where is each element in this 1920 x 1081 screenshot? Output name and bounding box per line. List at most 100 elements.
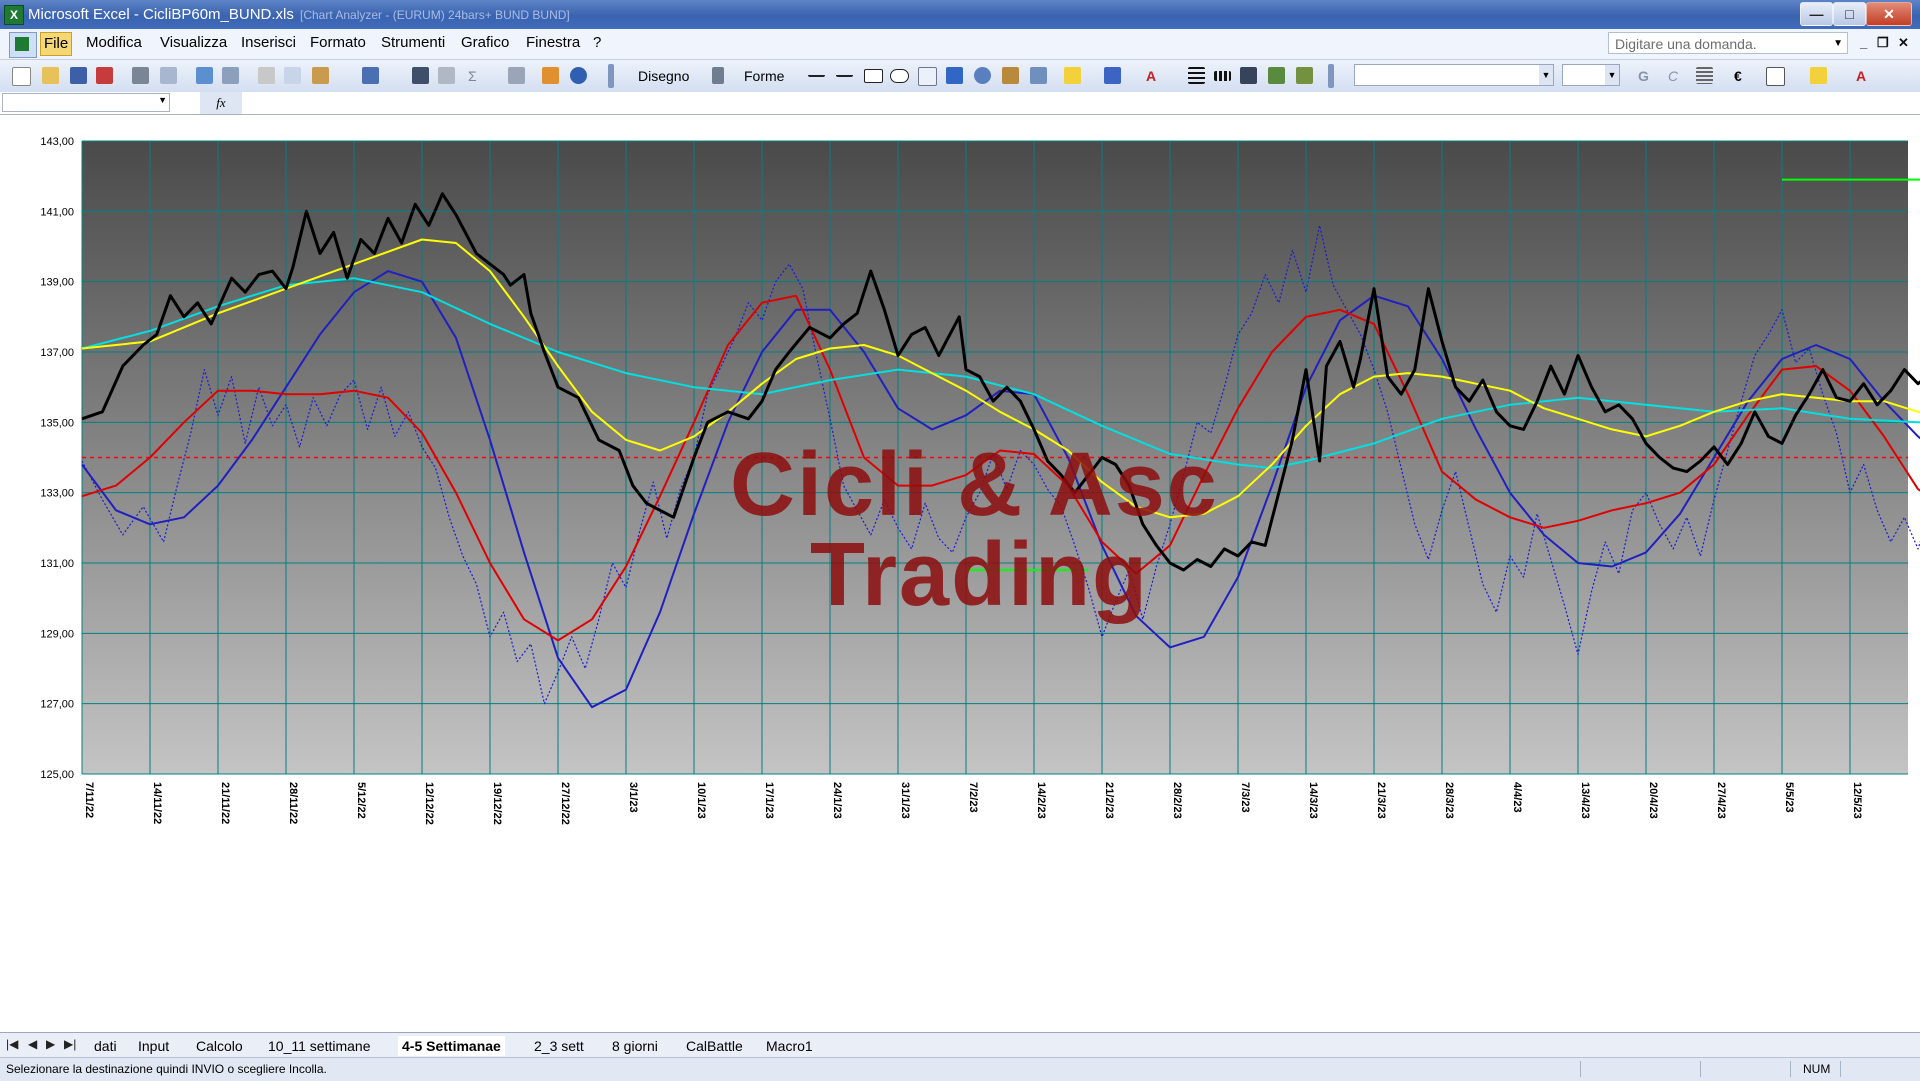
sheet-tab-input[interactable]: Input [134, 1036, 173, 1056]
research-icon[interactable] [222, 67, 239, 84]
shadow-icon[interactable] [1268, 67, 1285, 84]
x-tick-label: 10/1/23 [695, 782, 707, 819]
watermark-line-2: Trading [810, 525, 1150, 625]
minimize-button[interactable]: — [1800, 2, 1833, 26]
rectangle-icon[interactable] [864, 69, 883, 83]
arrow-icon[interactable] [836, 67, 853, 77]
sheet-tab-calbattle[interactable]: CalBattle [682, 1036, 747, 1056]
x-tick-label: 17/1/23 [763, 782, 775, 819]
print-icon[interactable] [132, 67, 149, 84]
textbox-icon[interactable] [918, 67, 937, 86]
clipart-icon[interactable] [1002, 67, 1019, 84]
print-preview-icon[interactable] [160, 67, 177, 84]
permission-icon[interactable] [96, 67, 113, 84]
draw-menu-button[interactable]: Disegno [638, 68, 689, 84]
oval-icon[interactable] [890, 69, 909, 83]
sheet-tab-2-3-sett[interactable]: 2_3 sett [530, 1036, 588, 1056]
last-sheet-icon[interactable]: ▶| [64, 1037, 76, 1051]
next-sheet-icon[interactable]: ▶ [46, 1037, 55, 1051]
y-tick-label: 135,00 [40, 417, 74, 429]
diagram-icon[interactable] [974, 67, 991, 84]
x-tick-label: 4/4/23 [1511, 782, 1523, 813]
menu-inserisci[interactable]: Inserisci [241, 34, 296, 51]
picture-icon[interactable] [1030, 67, 1047, 84]
undo-icon[interactable] [362, 67, 379, 84]
maximize-button[interactable]: □ [1833, 2, 1866, 26]
chevron-down-icon[interactable]: ▼ [1833, 33, 1843, 55]
workbook-close-button[interactable]: ✕ [1898, 35, 1909, 51]
sheet-tab-calcolo[interactable]: Calcolo [192, 1036, 247, 1056]
line-style-icon[interactable] [1188, 67, 1205, 84]
menu-visualizza[interactable]: Visualizza [160, 34, 227, 51]
menu-bar: File Modifica Visualizza Inserisci Forma… [0, 29, 1920, 60]
insert-hyperlink-icon[interactable] [412, 67, 429, 84]
chevron-down-icon[interactable]: ▼ [1539, 65, 1553, 85]
first-sheet-icon[interactable]: |◀ [6, 1037, 18, 1051]
x-tick-label: 7/2/23 [967, 782, 979, 813]
name-box[interactable]: ▼ [2, 93, 170, 112]
copy-icon[interactable] [284, 67, 301, 84]
font-name-combo[interactable]: ▼ [1354, 64, 1554, 86]
workbook-icon[interactable] [9, 32, 37, 58]
font-color-icon[interactable]: A [1146, 68, 1156, 84]
insert-function-button[interactable]: fx [200, 92, 242, 114]
wordart-icon[interactable] [946, 67, 963, 84]
open-folder-icon[interactable] [42, 67, 59, 84]
watermark-text: Cicli & Asc Trading [730, 440, 1219, 620]
sheet-tab-macro1[interactable]: Macro1 [762, 1036, 817, 1056]
chevron-down-icon[interactable]: ▼ [158, 95, 167, 105]
autosum-icon[interactable]: Σ [468, 68, 477, 84]
sort-icon[interactable] [508, 67, 525, 84]
chart-area[interactable]: 125,00 127,00 129,00 131,00 133,00 135,00 137,… [0, 115, 1920, 1032]
y-tick-label: 129,00 [40, 628, 74, 640]
y-tick-label: 133,00 [40, 488, 74, 500]
close-window-button[interactable]: ✕ [1866, 2, 1912, 26]
x-tick-label: 13/4/23 [1579, 782, 1591, 819]
menu-finestra[interactable]: Finestra [526, 34, 580, 51]
cell-borders-icon[interactable] [1766, 67, 1785, 86]
spelling-icon[interactable] [196, 67, 213, 84]
save-icon[interactable] [70, 67, 87, 84]
sheet-tab-10-11-settimane[interactable]: 10_11 settimane [264, 1036, 374, 1056]
euro-currency-button[interactable]: € [1734, 68, 1742, 84]
menu-modifica[interactable]: Modifica [86, 34, 142, 51]
help-icon[interactable] [570, 67, 587, 84]
sheet-tab-dati[interactable]: dati [90, 1036, 121, 1056]
3d-style-icon[interactable] [1296, 67, 1313, 84]
cell-fill-color-icon[interactable] [1810, 67, 1827, 84]
cell-font-color-icon[interactable]: A [1856, 68, 1866, 84]
menu-file[interactable]: File [40, 32, 73, 56]
chart-wizard-icon[interactable] [542, 67, 559, 84]
status-divider [1700, 1061, 1701, 1077]
menu-strumenti[interactable]: Strumenti [381, 34, 445, 51]
workbook-minimize-button[interactable]: _ [1860, 35, 1867, 50]
prev-sheet-icon[interactable]: ◀ [28, 1037, 37, 1051]
bold-button[interactable]: G [1638, 68, 1649, 84]
line-color-icon[interactable] [1104, 67, 1121, 84]
workbook-restore-button[interactable]: ❐ [1877, 35, 1889, 51]
menu-help[interactable]: ? [593, 34, 601, 51]
new-document-icon[interactable] [12, 67, 31, 86]
menu-formato[interactable]: Formato [310, 34, 366, 51]
select-pointer-icon[interactable] [712, 67, 724, 84]
sheet-tab-4-5-settimanae[interactable]: 4-5 Settimanae [398, 1036, 505, 1056]
line-icon[interactable] [808, 67, 825, 77]
paste-icon[interactable] [312, 67, 329, 84]
arrow-style-icon[interactable] [1240, 67, 1257, 84]
y-tick-label: 127,00 [40, 699, 74, 711]
borders-icon[interactable] [438, 67, 455, 84]
autoshapes-menu-button[interactable]: Forme [744, 68, 784, 84]
font-size-combo[interactable]: ▼ [1562, 64, 1620, 86]
status-divider [1840, 1061, 1841, 1077]
dash-style-icon[interactable] [1214, 71, 1231, 81]
help-question-box[interactable]: Digitare una domanda. ▼ [1608, 32, 1848, 54]
fill-color-icon[interactable] [1064, 67, 1081, 84]
excel-app-icon[interactable]: X [4, 5, 24, 25]
menu-grafico[interactable]: Grafico [461, 34, 509, 51]
sheet-tab-8-giorni[interactable]: 8 giorni [608, 1036, 662, 1056]
num-lock-indicator: NUM [1803, 1062, 1831, 1076]
italic-button[interactable]: C [1668, 68, 1678, 84]
align-icon[interactable] [1696, 67, 1713, 84]
chevron-down-icon[interactable]: ▼ [1605, 65, 1619, 85]
cut-icon[interactable] [258, 67, 275, 84]
